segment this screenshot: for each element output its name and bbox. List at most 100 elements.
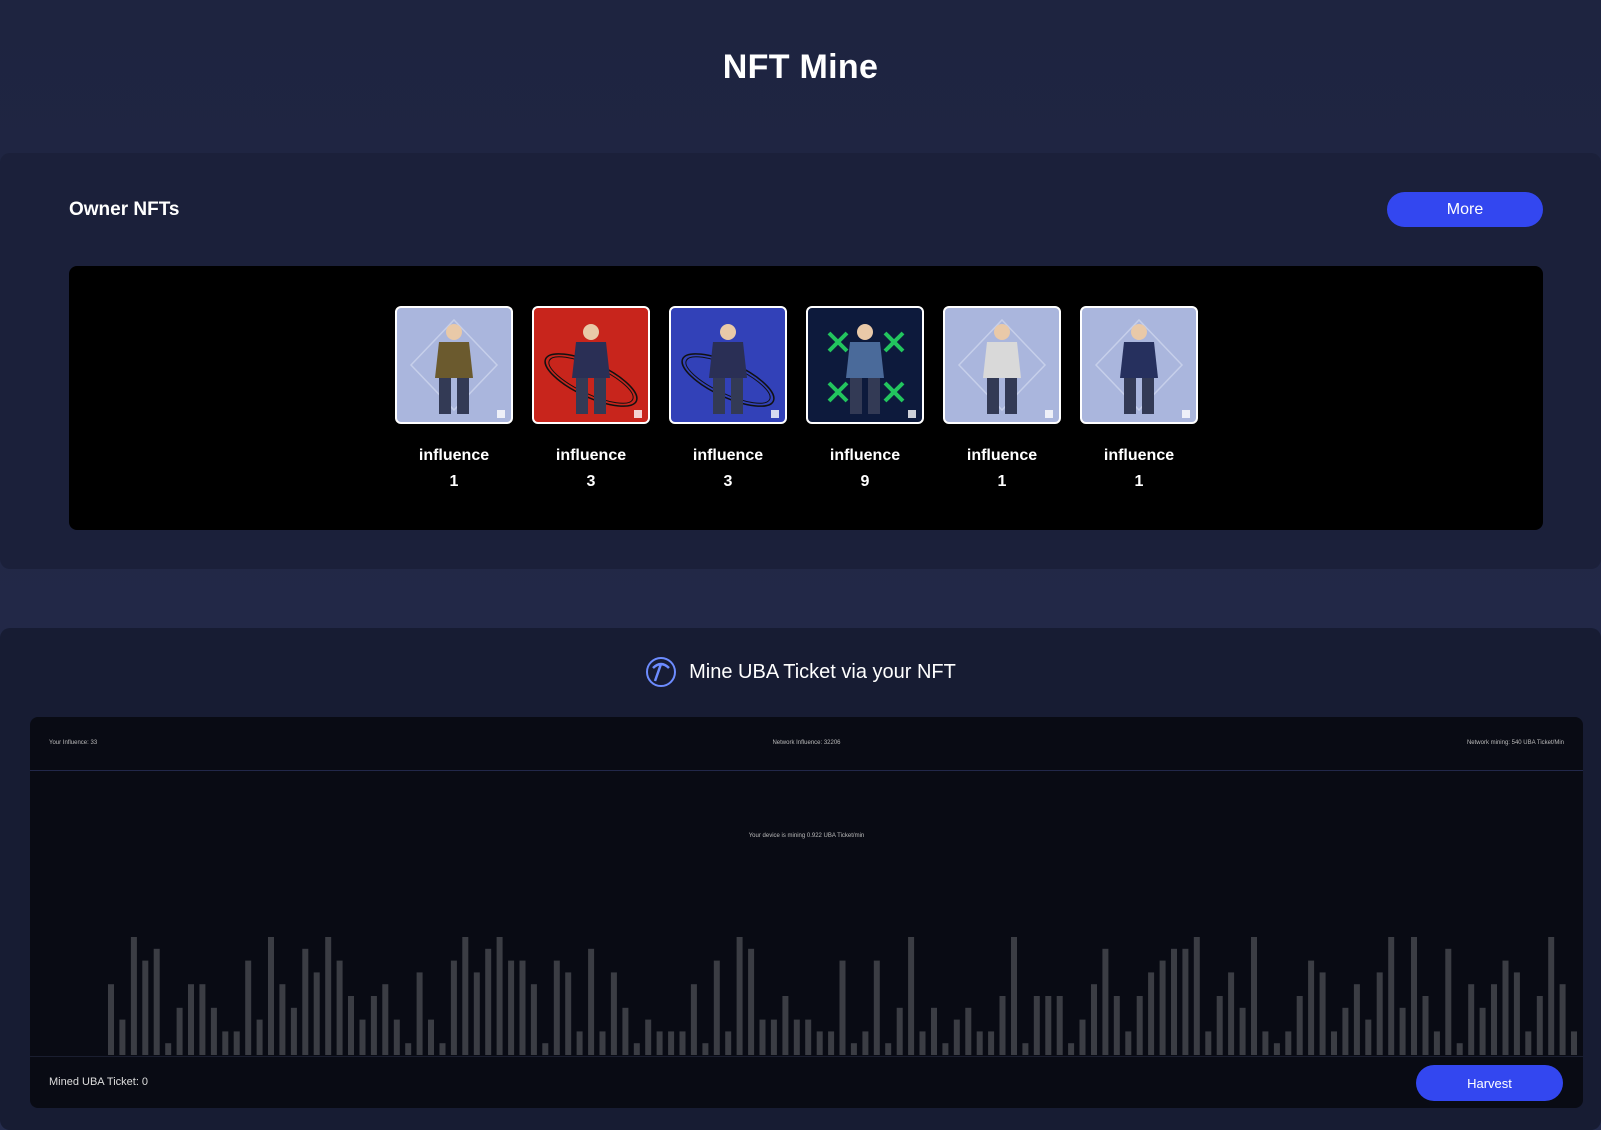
- nft-card[interactable]: influence 3: [532, 306, 650, 495]
- chart-bar: [508, 960, 515, 1055]
- chart-bar: [439, 1043, 446, 1055]
- nft-card[interactable]: influence 1: [1080, 306, 1198, 495]
- chart-bar: [165, 1043, 172, 1055]
- chart-bar: [1525, 1031, 1532, 1055]
- more-button[interactable]: More: [1387, 192, 1543, 227]
- nft-card[interactable]: influence 1: [395, 306, 513, 495]
- chart-bar: [702, 1043, 709, 1055]
- chart-bar: [782, 996, 789, 1055]
- chart-bar: [1376, 972, 1383, 1055]
- nft-image[interactable]: [669, 306, 787, 424]
- chart-bar: [1068, 1043, 1075, 1055]
- chart-bar: [142, 960, 149, 1055]
- chart-bar: [770, 1019, 777, 1055]
- chart-bar: [1125, 1031, 1132, 1055]
- chart-bar: [302, 948, 309, 1055]
- nft-influence-value: 1: [1134, 473, 1144, 490]
- chart-bar: [1193, 937, 1200, 1055]
- nft-image[interactable]: [532, 306, 650, 424]
- chart-bar: [1262, 1031, 1269, 1055]
- chart-bar: [633, 1043, 640, 1055]
- chart-bar: [279, 984, 286, 1055]
- chart-bar: [1479, 1007, 1486, 1055]
- chart-bar: [176, 1007, 183, 1055]
- owner-nfts-title: Owner NFTs: [69, 199, 180, 220]
- chart-bar: [839, 960, 846, 1055]
- chart-bar: [1056, 996, 1063, 1055]
- chart-bar: [1296, 996, 1303, 1055]
- chart-bar: [976, 1031, 983, 1055]
- page-title: NFT Mine: [722, 48, 879, 86]
- chart-bar: [553, 960, 560, 1055]
- chart-bar: [1113, 996, 1120, 1055]
- chart-bar: [199, 984, 206, 1055]
- nft-influence-label: influence: [829, 447, 901, 464]
- chart-bar: [1102, 948, 1109, 1055]
- nft-card[interactable]: influence 9: [806, 306, 924, 495]
- chart-bar: [1171, 948, 1177, 1055]
- chart-bar: [1308, 960, 1315, 1055]
- nft-image[interactable]: [943, 306, 1061, 424]
- chart-bar: [965, 1007, 972, 1055]
- chart-bar: [1536, 996, 1543, 1055]
- nft-image[interactable]: [1080, 306, 1198, 424]
- nft-gallery: influence 1 influence 3 influence 3 influence 9…: [69, 266, 1543, 530]
- pickaxe-icon: [646, 657, 677, 687]
- mine-title: Mine UBA Ticket via your NFT: [689, 660, 956, 683]
- chart-bar: [188, 984, 194, 1055]
- mining-footer: Mined UBA Ticket: 0 Harvest: [30, 1056, 1583, 1108]
- nft-influence-value: 1: [997, 473, 1007, 490]
- chart-bar: [1331, 1031, 1337, 1055]
- nft-influence-value: 9: [860, 473, 870, 490]
- chart-bar: [1033, 996, 1040, 1055]
- chart-bar: [1399, 1007, 1406, 1055]
- chart-bar: [908, 937, 915, 1055]
- chart-bar: [759, 1019, 766, 1055]
- nft-influence-value: 1: [449, 473, 459, 490]
- chart-bar: [1502, 960, 1509, 1055]
- chart-bar: [130, 937, 137, 1055]
- chart-bar: [268, 937, 274, 1055]
- chart-bar: [473, 972, 480, 1055]
- chart-bar: [1216, 996, 1223, 1055]
- chart-bar: [1456, 1043, 1463, 1055]
- chart-bar: [1273, 1043, 1280, 1055]
- chart-bar: [885, 1043, 892, 1055]
- mine-header: Mine UBA Ticket via your NFT: [0, 656, 1601, 688]
- nft-card[interactable]: influence 3: [669, 306, 787, 495]
- chart-bar: [668, 1031, 675, 1055]
- chart-bar: [359, 1019, 366, 1055]
- nft-influence-value: 3: [586, 473, 596, 490]
- network-mining-stat: Network mining: 540 UBA Ticket/Min: [1466, 740, 1564, 746]
- nft-influence-value: 3: [723, 473, 733, 490]
- chart-bar: [530, 984, 537, 1055]
- chart-bar: [1491, 984, 1497, 1055]
- nft-influence-label: influence: [418, 447, 490, 464]
- chart-bar: [850, 1043, 857, 1055]
- chart-bar: [1433, 1031, 1440, 1055]
- nft-row: influence 1 influence 3 influence 3 influence 9…: [395, 306, 1217, 495]
- chart-bar: [542, 1043, 549, 1055]
- chart-bar: [645, 1019, 652, 1055]
- chart-bar: [336, 960, 343, 1055]
- nft-image[interactable]: [806, 306, 924, 424]
- chart-bar: [1205, 1031, 1212, 1055]
- chart-bar: [1228, 972, 1235, 1055]
- nft-influence-label: influence: [966, 447, 1038, 464]
- chart-bar: [622, 1007, 629, 1055]
- nft-influence-label: influence: [1103, 447, 1175, 464]
- chart-bar: [325, 937, 332, 1055]
- harvest-button[interactable]: Harvest: [1416, 1065, 1563, 1101]
- chart-bar: [828, 1031, 835, 1055]
- chart-bar: [999, 996, 1006, 1055]
- nft-card[interactable]: influence 1: [943, 306, 1061, 495]
- nft-image[interactable]: [395, 306, 513, 424]
- chart-bar: [1342, 1007, 1349, 1055]
- chart-bar: [736, 937, 743, 1055]
- chart-bar: [462, 937, 469, 1055]
- chart-bar: [690, 984, 697, 1055]
- chart-bar: [988, 1031, 995, 1055]
- chart-bar: [348, 996, 354, 1055]
- chart-bar: [953, 1019, 960, 1055]
- chart-bar: [748, 948, 755, 1055]
